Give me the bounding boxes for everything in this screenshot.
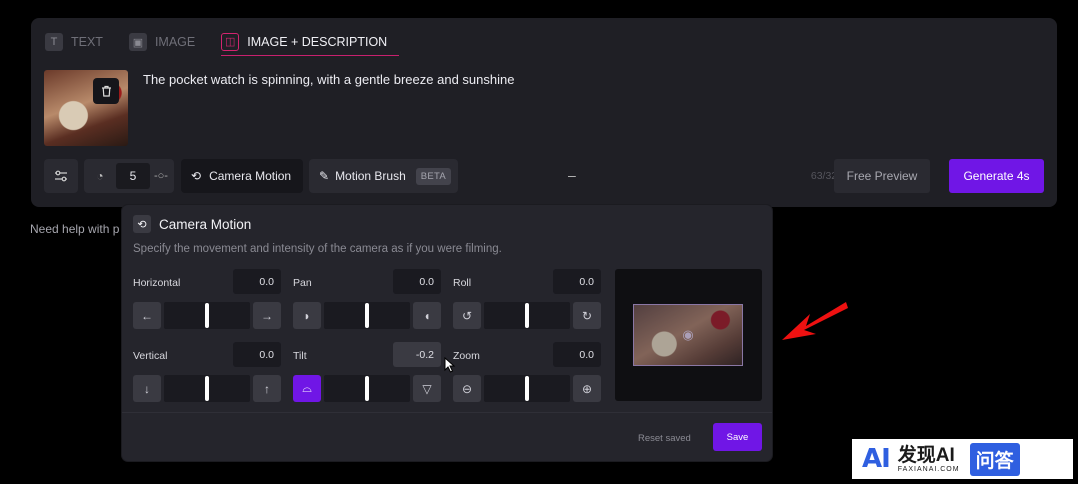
control-tilt: Tilt -0.2 ⌓ ▽ bbox=[293, 342, 441, 404]
tilt-up-icon[interactable]: ⌓ bbox=[293, 375, 321, 402]
panel-divider bbox=[122, 412, 772, 413]
control-value[interactable]: 0.0 bbox=[553, 269, 601, 294]
mode-tabs: T TEXT ▣ IMAGE ◫ IMAGE + DESCRIPTION bbox=[45, 28, 413, 56]
motion-brush-label: Motion Brush bbox=[335, 169, 406, 183]
tab-label: IMAGE bbox=[154, 35, 196, 49]
input-panel: T TEXT ▣ IMAGE ◫ IMAGE + DESCRIPTION The… bbox=[31, 18, 1057, 207]
reset-button[interactable]: Reset saved bbox=[638, 433, 691, 444]
control-label: Pan bbox=[293, 277, 312, 289]
text-icon: T bbox=[45, 33, 63, 51]
beta-badge: BETA bbox=[415, 167, 452, 185]
control-slider[interactable] bbox=[324, 375, 410, 402]
arrow-left-icon[interactable]: ← bbox=[133, 302, 161, 329]
camera-motion-icon: ⟲ bbox=[191, 169, 202, 183]
watermark-logo: AI 发现AI FAXIANAI.COM 问答 bbox=[852, 439, 1073, 479]
watermark-ai-mark: AI bbox=[862, 444, 891, 474]
trash-icon bbox=[101, 85, 111, 97]
control-zoom: Zoom 0.0 ⊖ ⊕ bbox=[453, 342, 601, 404]
generate-button[interactable]: Generate 4s bbox=[949, 159, 1044, 193]
delete-image-button[interactable] bbox=[93, 78, 119, 104]
control-slider[interactable] bbox=[484, 375, 570, 402]
tab-text[interactable]: T TEXT bbox=[45, 28, 115, 56]
camera-preview: ◉ bbox=[615, 269, 762, 401]
slider-handle[interactable] bbox=[525, 303, 529, 328]
watermark-tag: 问答 bbox=[969, 442, 1020, 476]
watermark-title: 发现AI bbox=[897, 444, 955, 466]
camera-motion-icon: ⟲ bbox=[133, 215, 151, 233]
brush-icon: ✎ bbox=[319, 169, 330, 183]
prompt-text[interactable]: The pocket watch is spinning, with a gen… bbox=[143, 72, 514, 87]
camera-motion-label: Camera Motion bbox=[209, 169, 292, 183]
speed-value[interactable]: 5 bbox=[116, 163, 150, 189]
control-value[interactable]: 0.0 bbox=[393, 269, 441, 294]
settings-button[interactable] bbox=[44, 159, 78, 193]
camera-icon: ◉ bbox=[682, 327, 694, 342]
slider-toggle-icon[interactable]: -○- bbox=[150, 170, 172, 182]
control-horizontal: Horizontal 0.0 ← → bbox=[133, 269, 281, 331]
slider-handle[interactable] bbox=[365, 376, 369, 401]
control-label: Tilt bbox=[293, 350, 307, 362]
help-text: Need help with p bbox=[30, 222, 120, 236]
slider-handle[interactable] bbox=[205, 376, 209, 401]
motion-brush-button[interactable]: ✎ Motion Brush BETA bbox=[309, 159, 458, 193]
collapse-button[interactable]: – bbox=[568, 167, 576, 183]
control-vertical: Vertical 0.0 ↓ ↑ bbox=[133, 342, 281, 404]
pan-right-icon[interactable]: ◖ bbox=[413, 302, 441, 329]
rotate-cw-icon[interactable]: ↻ bbox=[573, 302, 601, 329]
arrow-down-icon[interactable]: ↓ bbox=[133, 375, 161, 402]
panel-title: Camera Motion bbox=[159, 216, 252, 232]
tab-image-description[interactable]: ◫ IMAGE + DESCRIPTION bbox=[221, 28, 400, 56]
sliders-icon bbox=[55, 170, 67, 182]
control-slider[interactable] bbox=[324, 302, 410, 329]
pan-left-icon[interactable]: ◗ bbox=[293, 302, 321, 329]
camera-motion-panel: ⟲ Camera Motion Specify the movement and… bbox=[122, 205, 772, 461]
control-slider[interactable] bbox=[164, 375, 250, 402]
mouse-cursor-icon bbox=[444, 357, 456, 373]
slider-handle[interactable] bbox=[365, 303, 369, 328]
tab-image[interactable]: ▣ IMAGE bbox=[128, 28, 207, 56]
arrow-up-icon[interactable]: ↑ bbox=[253, 375, 281, 402]
slider-handle[interactable] bbox=[525, 376, 529, 401]
speedometer-icon: ◔ bbox=[96, 169, 104, 183]
panel-header: ⟲ Camera Motion bbox=[133, 215, 251, 233]
preview-frame: ◉ bbox=[633, 304, 743, 366]
tab-label: IMAGE + DESCRIPTION bbox=[247, 34, 388, 49]
control-roll: Roll 0.0 ↺ ↻ bbox=[453, 269, 601, 331]
slider-handle[interactable] bbox=[205, 303, 209, 328]
control-value[interactable]: -0.2 bbox=[393, 342, 441, 367]
control-slider[interactable] bbox=[164, 302, 250, 329]
control-value[interactable]: 0.0 bbox=[233, 269, 281, 294]
camera-motion-button[interactable]: ⟲ Camera Motion bbox=[181, 159, 303, 193]
red-arrow-icon bbox=[782, 302, 848, 340]
control-label: Roll bbox=[453, 277, 472, 289]
watermark-domain: FAXIANAI.COM bbox=[897, 465, 960, 473]
control-value[interactable]: 0.0 bbox=[553, 342, 601, 367]
control-value[interactable]: 0.0 bbox=[233, 342, 281, 367]
uploaded-image-thumbnail[interactable] bbox=[44, 70, 128, 146]
free-preview-button[interactable]: Free Preview bbox=[834, 159, 930, 193]
zoom-in-icon[interactable]: ⊕ bbox=[573, 375, 601, 402]
image-icon: ▣ bbox=[128, 33, 147, 51]
image-description-icon: ◫ bbox=[221, 32, 240, 51]
motion-speed-control[interactable]: ◔ 5 -○- bbox=[84, 159, 174, 193]
panel-description: Specify the movement and intensity of th… bbox=[133, 243, 502, 255]
arrow-right-icon[interactable]: → bbox=[253, 302, 281, 329]
control-label: Vertical bbox=[133, 350, 168, 362]
generation-toolbar: ◔ 5 -○- ⟲ Camera Motion ✎ Motion Brush B… bbox=[44, 159, 1044, 193]
control-pan: Pan 0.0 ◗ ◖ bbox=[293, 269, 441, 331]
rotate-ccw-icon[interactable]: ↺ bbox=[453, 302, 481, 329]
control-label: Zoom bbox=[453, 350, 480, 362]
tab-label: TEXT bbox=[71, 35, 103, 49]
zoom-out-icon[interactable]: ⊖ bbox=[453, 375, 481, 402]
save-button[interactable]: Save bbox=[713, 423, 762, 451]
control-label: Horizontal bbox=[133, 277, 181, 289]
control-slider[interactable] bbox=[484, 302, 570, 329]
tilt-down-icon[interactable]: ▽ bbox=[413, 375, 441, 402]
watermark-name: 发现AI FAXIANAI.COM bbox=[897, 444, 960, 473]
